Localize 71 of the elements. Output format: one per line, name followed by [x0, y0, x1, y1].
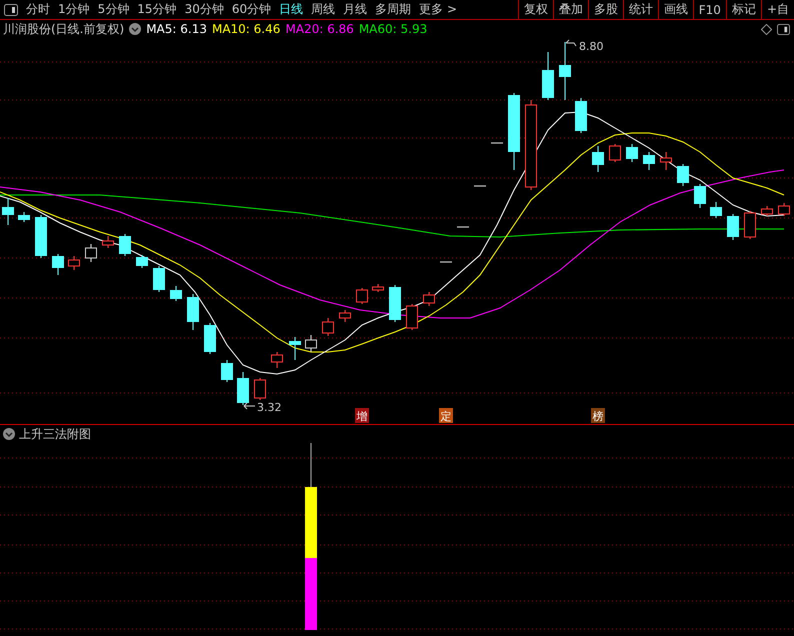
period-tab[interactable]: 分时	[22, 1, 54, 18]
candlestick	[153, 266, 165, 292]
candlestick	[456, 226, 470, 228]
period-tab[interactable]: 月线	[339, 1, 372, 18]
candlestick	[35, 214, 47, 258]
candlestick	[119, 234, 131, 256]
period-tab[interactable]: 多周期	[371, 1, 416, 18]
candlestick	[643, 152, 655, 170]
candlestick	[339, 310, 351, 322]
indicator-title: 上升三法附图	[19, 426, 91, 442]
candlestick	[575, 98, 587, 134]
candlestick	[389, 284, 401, 322]
candlestick	[170, 286, 182, 302]
candlestick	[271, 352, 283, 368]
low-price-label: 3.32	[257, 401, 282, 414]
candlestick	[136, 254, 148, 268]
high-price-label: 8.80	[579, 40, 604, 53]
candlestick	[761, 206, 773, 216]
period-tab[interactable]: 30分钟	[180, 1, 228, 18]
candlestick	[592, 146, 604, 172]
candlestick	[2, 198, 14, 226]
event-marker[interactable]: 定	[439, 408, 453, 423]
candlestick	[677, 164, 689, 186]
candlestick	[237, 372, 249, 406]
event-marker[interactable]: 增	[355, 408, 369, 423]
period-tab[interactable]: 周线	[307, 1, 340, 18]
more-menu[interactable]: 更多 >	[415, 1, 461, 18]
candlestick	[254, 378, 266, 400]
candlestick	[710, 202, 722, 218]
ma-legend: MA5: 6.13	[146, 22, 207, 36]
period-tab[interactable]: 1分钟	[54, 1, 94, 18]
candlestick	[660, 152, 672, 170]
candlestick	[356, 288, 368, 304]
candlestick	[102, 236, 114, 248]
candlestick	[85, 244, 97, 262]
candlestick	[305, 334, 317, 352]
period-tab[interactable]: 日线	[275, 1, 308, 18]
leader-line	[566, 40, 576, 46]
candlestick	[322, 318, 334, 336]
candlestick	[542, 52, 554, 100]
candlestick	[204, 322, 216, 354]
candlestick	[744, 210, 756, 240]
candlestick	[406, 304, 418, 330]
event-marker[interactable]: 榜	[591, 408, 605, 423]
candlestick	[423, 292, 435, 306]
candlestick	[490, 142, 504, 144]
period-tab[interactable]: 15分钟	[133, 1, 181, 18]
candlestick	[221, 360, 233, 382]
ma-legend: MA10: 6.46	[212, 22, 280, 36]
candlestick	[694, 184, 706, 208]
candlestick	[559, 42, 571, 100]
period-tab[interactable]: 60分钟	[228, 1, 276, 18]
candlestick	[609, 144, 621, 162]
diamond-icon[interactable]	[761, 24, 772, 34]
ma-legend: MA60: 5.93	[358, 22, 428, 36]
chevron-down-icon[interactable]	[3, 428, 15, 440]
candlestick	[187, 294, 199, 330]
leader-line	[244, 402, 256, 410]
candlestick	[626, 144, 638, 162]
candlestick	[289, 336, 301, 360]
panel-toggle-icon[interactable]	[777, 24, 790, 34]
period-tab[interactable]: 5分钟	[94, 1, 134, 18]
chevron-down-icon[interactable]	[129, 23, 142, 35]
panel-toggle-icon[interactable]	[4, 4, 18, 16]
candlestick	[778, 202, 790, 216]
candlestick	[52, 254, 64, 276]
ma-legend: MA20: 6.86	[285, 22, 354, 36]
candlestick	[18, 212, 30, 222]
stock-title: 川润股份(日线.前复权)	[3, 20, 124, 38]
candlestick	[727, 214, 739, 240]
candlestick	[68, 256, 80, 270]
